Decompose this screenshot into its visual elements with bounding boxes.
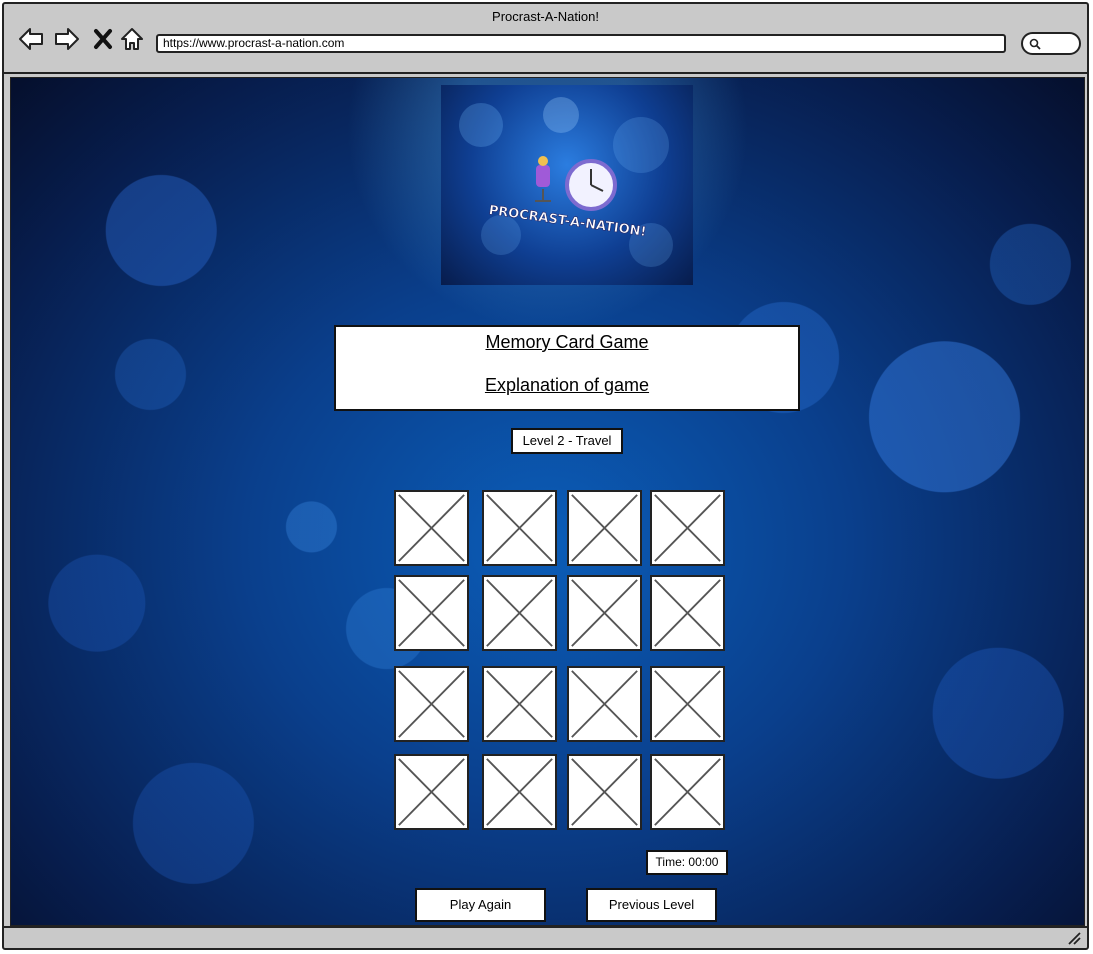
browser-window: Procrast-A-Nation! https://www.procrast-… xyxy=(2,2,1089,950)
window-title: Procrast-A-Nation! xyxy=(492,9,599,24)
url-bar[interactable]: https://www.procrast-a-nation.com xyxy=(156,34,1006,53)
memory-card[interactable] xyxy=(567,666,642,742)
image-placeholder-icon xyxy=(398,579,465,647)
timer-display: Time: 00:00 xyxy=(646,850,728,875)
footer-divider xyxy=(4,926,1087,928)
memory-card[interactable] xyxy=(482,490,557,566)
image-placeholder-icon xyxy=(398,494,465,562)
memory-card[interactable] xyxy=(482,666,557,742)
home-icon[interactable] xyxy=(117,24,147,54)
image-placeholder-icon xyxy=(398,670,465,738)
memory-card[interactable] xyxy=(394,490,469,566)
image-placeholder-icon xyxy=(571,758,638,826)
memory-card[interactable] xyxy=(482,754,557,830)
memory-card[interactable] xyxy=(650,575,725,651)
image-placeholder-icon xyxy=(571,579,638,647)
image-placeholder-icon xyxy=(654,494,721,562)
search-box[interactable] xyxy=(1021,32,1081,55)
image-placeholder-icon xyxy=(486,758,553,826)
memory-card[interactable] xyxy=(394,754,469,830)
image-placeholder-icon xyxy=(571,494,638,562)
memory-card[interactable] xyxy=(567,754,642,830)
image-placeholder-icon xyxy=(654,758,721,826)
logo-image: PROCRAST-A-NATION! xyxy=(441,85,693,285)
image-placeholder-icon xyxy=(571,670,638,738)
memory-card[interactable] xyxy=(650,490,725,566)
image-placeholder-icon xyxy=(654,670,721,738)
memory-card[interactable] xyxy=(394,666,469,742)
close-icon[interactable] xyxy=(88,24,118,54)
image-placeholder-icon xyxy=(654,579,721,647)
forward-arrow-icon[interactable] xyxy=(52,24,82,54)
resize-grip-icon[interactable] xyxy=(1067,931,1081,945)
memory-card[interactable] xyxy=(482,575,557,651)
image-placeholder-icon xyxy=(486,670,553,738)
image-placeholder-icon xyxy=(486,579,553,647)
image-placeholder-icon xyxy=(486,494,553,562)
play-again-button[interactable]: Play Again xyxy=(415,888,546,922)
memory-card[interactable] xyxy=(394,575,469,651)
game-explanation: Explanation of game xyxy=(484,375,650,395)
memory-card[interactable] xyxy=(650,666,725,742)
back-arrow-icon[interactable] xyxy=(16,24,46,54)
memory-card[interactable] xyxy=(650,754,725,830)
level-label: Level 2 - Travel xyxy=(511,428,623,454)
search-icon xyxy=(1029,38,1041,50)
game-info-box: Memory Card Game Explanation of game xyxy=(334,325,800,411)
memory-card[interactable] xyxy=(567,490,642,566)
header-divider xyxy=(4,72,1087,74)
memory-card[interactable] xyxy=(567,575,642,651)
game-title: Memory Card Game xyxy=(485,332,649,352)
previous-level-button[interactable]: Previous Level xyxy=(586,888,717,922)
page-content: PROCRAST-A-NATION! Memory Card Game Expl… xyxy=(10,77,1085,926)
image-placeholder-icon xyxy=(398,758,465,826)
